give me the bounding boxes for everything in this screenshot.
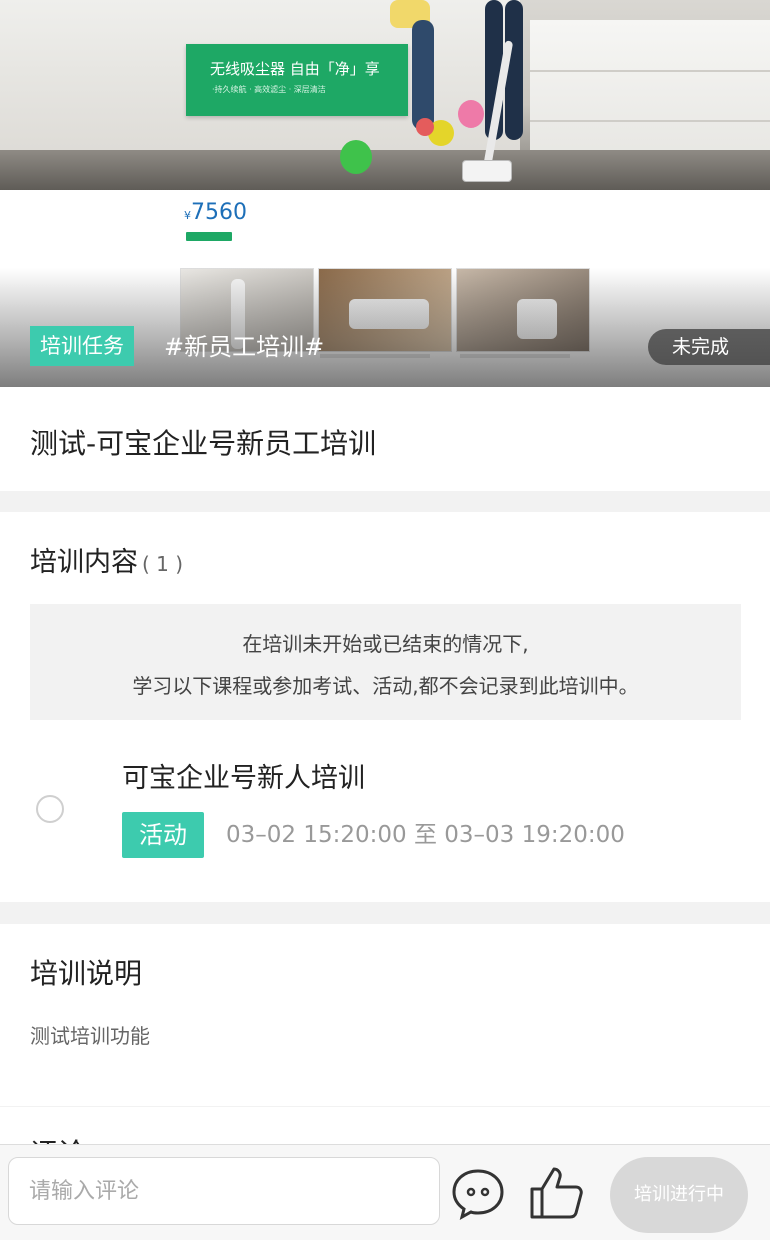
promo-price: ¥7560 (184, 200, 247, 225)
completion-status-badge: 未完成 (648, 329, 770, 365)
training-detail-page: 无线吸尘器 自由「净」享 ·持久续航 · 高效滤尘 · 深层清洁 ¥7560 培… (0, 0, 770, 1240)
description-text: 测试培训功能 (30, 1024, 150, 1048)
comment-input[interactable] (8, 1157, 440, 1225)
description-heading: 培训说明 (30, 957, 143, 990)
training-banner: 无线吸尘器 自由「净」享 ·持久续航 · 高效滤尘 · 深层清洁 ¥7560 培… (0, 0, 770, 387)
page-title: 测试-可宝企业号新员工培训 (30, 427, 377, 460)
notice-line: 学习以下课程或参加考试、活动,都不会记录到此培训中。 (132, 674, 639, 698)
item-type-badge: 活动 (122, 812, 204, 858)
promo-subtitle: ·持久续航 · 高效滤尘 · 深层清洁 (212, 85, 326, 94)
notice-line: 在培训未开始或已结束的情况下, (242, 632, 529, 656)
bottom-action-bar: 培训进行中 (0, 1144, 770, 1240)
promo-title: 无线吸尘器 自由「净」享 (210, 60, 380, 78)
chat-bubble-icon[interactable] (450, 1165, 506, 1221)
training-status-button[interactable]: 培训进行中 (610, 1157, 748, 1233)
course-item-title[interactable]: 可宝企业号新人培训 (122, 756, 365, 795)
price-badge (186, 232, 232, 241)
promo-card: 无线吸尘器 自由「净」享 ·持久续航 · 高效滤尘 · 深层清洁 (186, 44, 408, 116)
topic-hashtag[interactable]: #新员工培训# (164, 329, 324, 365)
task-type-tag: 培训任务 (30, 326, 134, 366)
content-heading: 培训内容( 1 ) (30, 547, 184, 578)
notice-box: 在培训未开始或已结束的情况下, 学习以下课程或参加考试、活动,都不会记录到此培训… (30, 604, 741, 720)
thumbs-up-icon[interactable] (528, 1165, 584, 1221)
item-select-radio[interactable] (36, 795, 64, 823)
item-time-range: 03–02 15:20:00 至 03–03 19:20:00 (226, 822, 625, 848)
content-count: ( 1 ) (142, 552, 184, 576)
